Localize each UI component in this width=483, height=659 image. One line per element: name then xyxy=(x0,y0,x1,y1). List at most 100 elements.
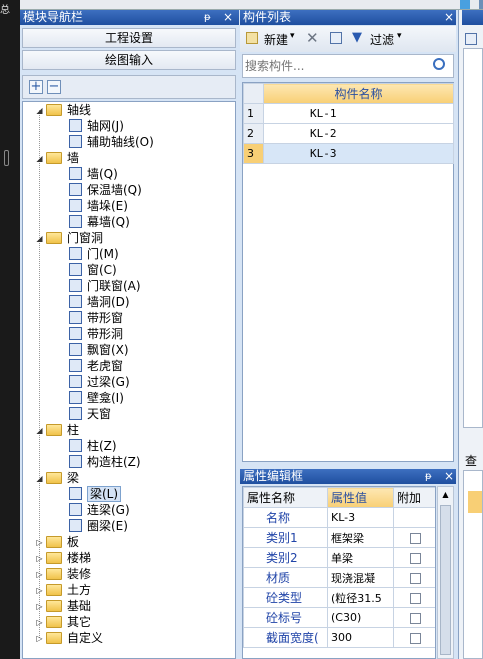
tree-item[interactable]: 门联窗(A) xyxy=(23,278,235,294)
scroll-thumb[interactable] xyxy=(440,505,451,655)
property-value-cell[interactable]: (粒径31.5 xyxy=(327,587,394,608)
delete-icon[interactable]: ✕ xyxy=(306,29,319,47)
property-value-cell[interactable]: 框架梁 xyxy=(327,527,394,548)
tree-item[interactable]: 老虎窗 xyxy=(23,358,235,374)
tree-item[interactable]: 墙洞(D) xyxy=(23,294,235,310)
chevron-down-icon[interactable]: ▾ xyxy=(290,31,295,41)
component-name-cell[interactable]: KL-2 xyxy=(263,123,454,144)
expand-icon[interactable]: ▷ xyxy=(35,570,44,579)
checkbox[interactable] xyxy=(409,532,421,544)
tree-item[interactable]: 幕墙(Q) xyxy=(23,214,235,230)
tree-item[interactable]: 连梁(G) xyxy=(23,502,235,518)
collapse-icon[interactable]: ◢ xyxy=(35,154,44,163)
property-row[interactable]: 砼类型 (粒径31.5 xyxy=(243,587,435,608)
tree-item[interactable]: 过梁(G) xyxy=(23,374,235,390)
expand-icon[interactable]: ▷ xyxy=(35,586,44,595)
tree-category[interactable]: ▷ 自定义 xyxy=(23,630,235,646)
collapse-all-button[interactable]: − xyxy=(47,80,61,94)
component-name-cell[interactable]: KL-1 xyxy=(263,103,454,124)
tree-category[interactable]: ◢ 门窗洞 xyxy=(23,230,235,246)
property-row[interactable]: 材质 现浇混凝 xyxy=(243,567,435,588)
chevron-down-icon[interactable]: ▾ xyxy=(397,31,402,41)
tree-category[interactable]: ▷ 土方 xyxy=(23,582,235,598)
tree-item[interactable]: 构造柱(Z) xyxy=(23,454,235,470)
search-input[interactable] xyxy=(245,57,425,75)
tree-category[interactable]: ◢ 轴线 xyxy=(23,102,235,118)
tree-item[interactable]: 保温墙(Q) xyxy=(23,182,235,198)
filter-icon[interactable]: ▼ xyxy=(352,30,362,45)
pin-icon[interactable]: ᵽ xyxy=(425,469,432,484)
table-row[interactable]: 2 KL-2 xyxy=(243,123,454,144)
checkbox[interactable] xyxy=(409,612,421,624)
tree-category[interactable]: ◢ 柱 xyxy=(23,422,235,438)
collapse-icon[interactable]: ◢ xyxy=(35,106,44,115)
drawing-input-button[interactable]: 绘图输入 xyxy=(22,50,236,70)
property-value-cell[interactable]: (C30) xyxy=(327,607,394,628)
close-icon[interactable]: × xyxy=(444,10,454,25)
tree-item[interactable]: 辅助轴线(O) xyxy=(23,134,235,150)
property-row[interactable]: 名称 KL-3 xyxy=(243,507,435,528)
pin-icon[interactable]: ᵽ xyxy=(204,10,211,25)
tree-item[interactable]: 墙垛(E) xyxy=(23,198,235,214)
new-button[interactable]: 新建 xyxy=(264,31,288,48)
tree-category[interactable]: ◢ 梁 xyxy=(23,470,235,486)
expand-icon[interactable]: ▷ xyxy=(35,538,44,547)
tree-item[interactable]: 墙(Q) xyxy=(23,166,235,182)
property-value-cell[interactable]: 现浇混凝 xyxy=(327,567,394,588)
header-property-value[interactable]: 属性值 xyxy=(327,487,394,508)
property-row[interactable]: 类别2 单梁 xyxy=(243,547,435,568)
tree-item[interactable]: 壁龛(I) xyxy=(23,390,235,406)
close-icon[interactable]: × xyxy=(223,10,233,25)
expand-all-button[interactable]: + xyxy=(29,80,43,94)
tree-item[interactable]: 带形洞 xyxy=(23,326,235,342)
collapse-icon[interactable]: ◢ xyxy=(35,426,44,435)
project-settings-button[interactable]: 工程设置 xyxy=(22,28,236,48)
expand-icon[interactable]: ▷ xyxy=(35,634,44,643)
collapse-icon[interactable]: ◢ xyxy=(35,474,44,483)
search-icon[interactable] xyxy=(433,58,445,70)
expand-icon[interactable]: ▷ xyxy=(35,554,44,563)
tree-item[interactable]: 天窗 xyxy=(23,406,235,422)
expand-icon[interactable]: ▷ xyxy=(35,618,44,627)
property-value-cell[interactable]: 单梁 xyxy=(327,547,394,568)
property-row[interactable]: 截面宽度(300 xyxy=(243,627,435,648)
tree-category[interactable]: ▷ 楼梯 xyxy=(23,550,235,566)
tree-item[interactable]: 带形窗 xyxy=(23,310,235,326)
collapse-icon[interactable]: ◢ xyxy=(35,234,44,243)
tree-category[interactable]: ▷ 装修 xyxy=(23,566,235,582)
property-value-cell[interactable]: KL-3 xyxy=(327,507,394,528)
tree-category[interactable]: ◢ 墙 xyxy=(23,150,235,166)
close-icon[interactable]: × xyxy=(444,469,454,484)
scroll-up-icon[interactable]: ▲ xyxy=(440,489,451,500)
tree-category-label: 自定义 xyxy=(67,631,104,645)
tree-category[interactable]: ▷ 其它 xyxy=(23,614,235,630)
column-header-component-name[interactable]: 构件名称 xyxy=(263,83,454,104)
checkbox[interactable] xyxy=(409,572,421,584)
header-extra[interactable]: 附加 xyxy=(393,487,435,508)
tree-item[interactable]: 柱(Z) xyxy=(23,438,235,454)
checkbox[interactable] xyxy=(409,592,421,604)
new-icon[interactable] xyxy=(246,32,258,44)
tree-category[interactable]: ▷ 基础 xyxy=(23,598,235,614)
property-row[interactable]: 砼标号 (C30) xyxy=(243,607,435,628)
tree-item[interactable]: 轴网(J) xyxy=(23,118,235,134)
tree-item[interactable]: 飘窗(X) xyxy=(23,342,235,358)
filter-button[interactable]: 过滤 xyxy=(370,31,394,48)
table-row[interactable]: 3 KL-3 xyxy=(243,143,454,164)
tree-item[interactable]: 圈梁(E) xyxy=(23,518,235,534)
checkbox[interactable] xyxy=(409,632,421,644)
checkbox[interactable] xyxy=(409,552,421,564)
copy-icon[interactable] xyxy=(330,32,342,44)
tree-item[interactable]: 窗(C) xyxy=(23,262,235,278)
component-name-cell[interactable]: KL-3 xyxy=(263,143,454,164)
expand-icon[interactable]: ▷ xyxy=(35,602,44,611)
tree-category[interactable]: ▷ 板 xyxy=(23,534,235,550)
property-row[interactable]: 类别1 框架梁 xyxy=(243,527,435,548)
tree-item[interactable]: 梁(L) xyxy=(23,486,235,502)
tree-item[interactable]: 门(M) xyxy=(23,246,235,262)
property-scrollbar[interactable]: ▲ xyxy=(437,486,454,659)
right-toolbar-icon[interactable] xyxy=(465,33,477,45)
property-value-cell[interactable]: 300 xyxy=(327,627,394,648)
header-property-name[interactable]: 属性名称 xyxy=(243,487,328,508)
table-row[interactable]: 1 KL-1 xyxy=(243,103,454,124)
